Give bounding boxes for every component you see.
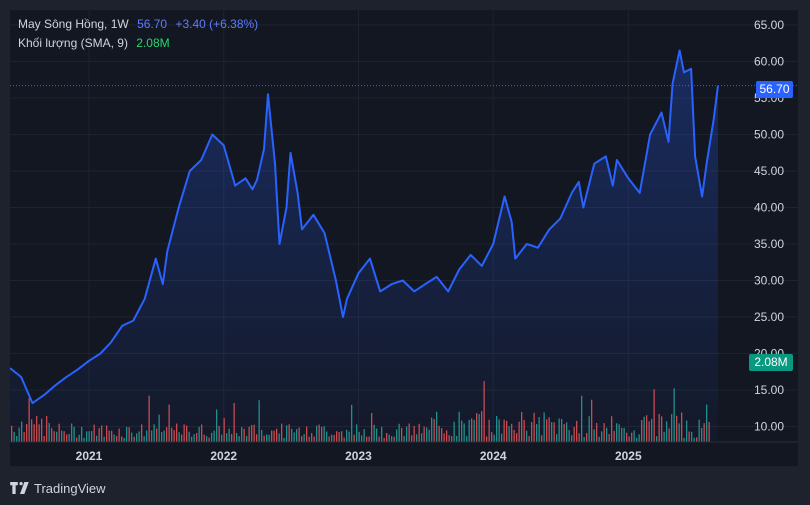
last-price-value: 56.70 (137, 17, 168, 31)
y-tick-label: 25.00 (754, 310, 784, 324)
legend-symbol-row[interactable]: May Sông Hồng, 1W 56.70 +3.40 (+6.38%) (18, 17, 263, 31)
x-tick-label: 2023 (345, 449, 372, 463)
y-tick-label: 65.00 (754, 18, 784, 32)
x-tick-label: 2025 (615, 449, 642, 463)
volume-tag: 2.08M (749, 354, 793, 371)
brand-name[interactable]: TradingView (34, 481, 106, 496)
y-tick-label: 35.00 (754, 237, 784, 251)
y-tick-label: 10.00 (754, 420, 784, 434)
tradingview-logo-icon (10, 482, 29, 494)
y-tick-label: 30.00 (754, 274, 784, 288)
last-price-tag: 56.70 (756, 81, 793, 98)
volume-value: 2.08M (136, 36, 170, 50)
x-tick-label: 2024 (480, 449, 507, 463)
price-change-value: +3.40 (+6.38%) (175, 17, 259, 31)
price-chart[interactable]: 10.0015.0020.0025.0030.0035.0040.0045.00… (10, 10, 798, 466)
x-tick-label: 2022 (210, 449, 237, 463)
symbol-label[interactable]: May Sông Hồng, 1W (18, 17, 129, 31)
y-tick-label: 15.00 (754, 383, 784, 397)
y-tick-label: 45.00 (754, 164, 784, 178)
time-axis-labels: 2021 2022 2023 2024 2025 (76, 449, 642, 463)
y-tick-label: 60.00 (754, 55, 784, 69)
x-tick-label: 2021 (76, 449, 103, 463)
footer-brand[interactable]: TradingView (10, 478, 106, 498)
volume-indicator-label[interactable]: Khối lượng (SMA, 9) (18, 36, 128, 50)
legend-volume-row[interactable]: Khối lượng (SMA, 9) 2.08M (18, 36, 175, 50)
y-tick-label: 50.00 (754, 128, 784, 142)
price-area-fill (10, 50, 718, 442)
chart-panel[interactable]: 10.0015.0020.0025.0030.0035.0040.0045.00… (10, 10, 798, 466)
y-tick-label: 40.00 (754, 201, 784, 215)
